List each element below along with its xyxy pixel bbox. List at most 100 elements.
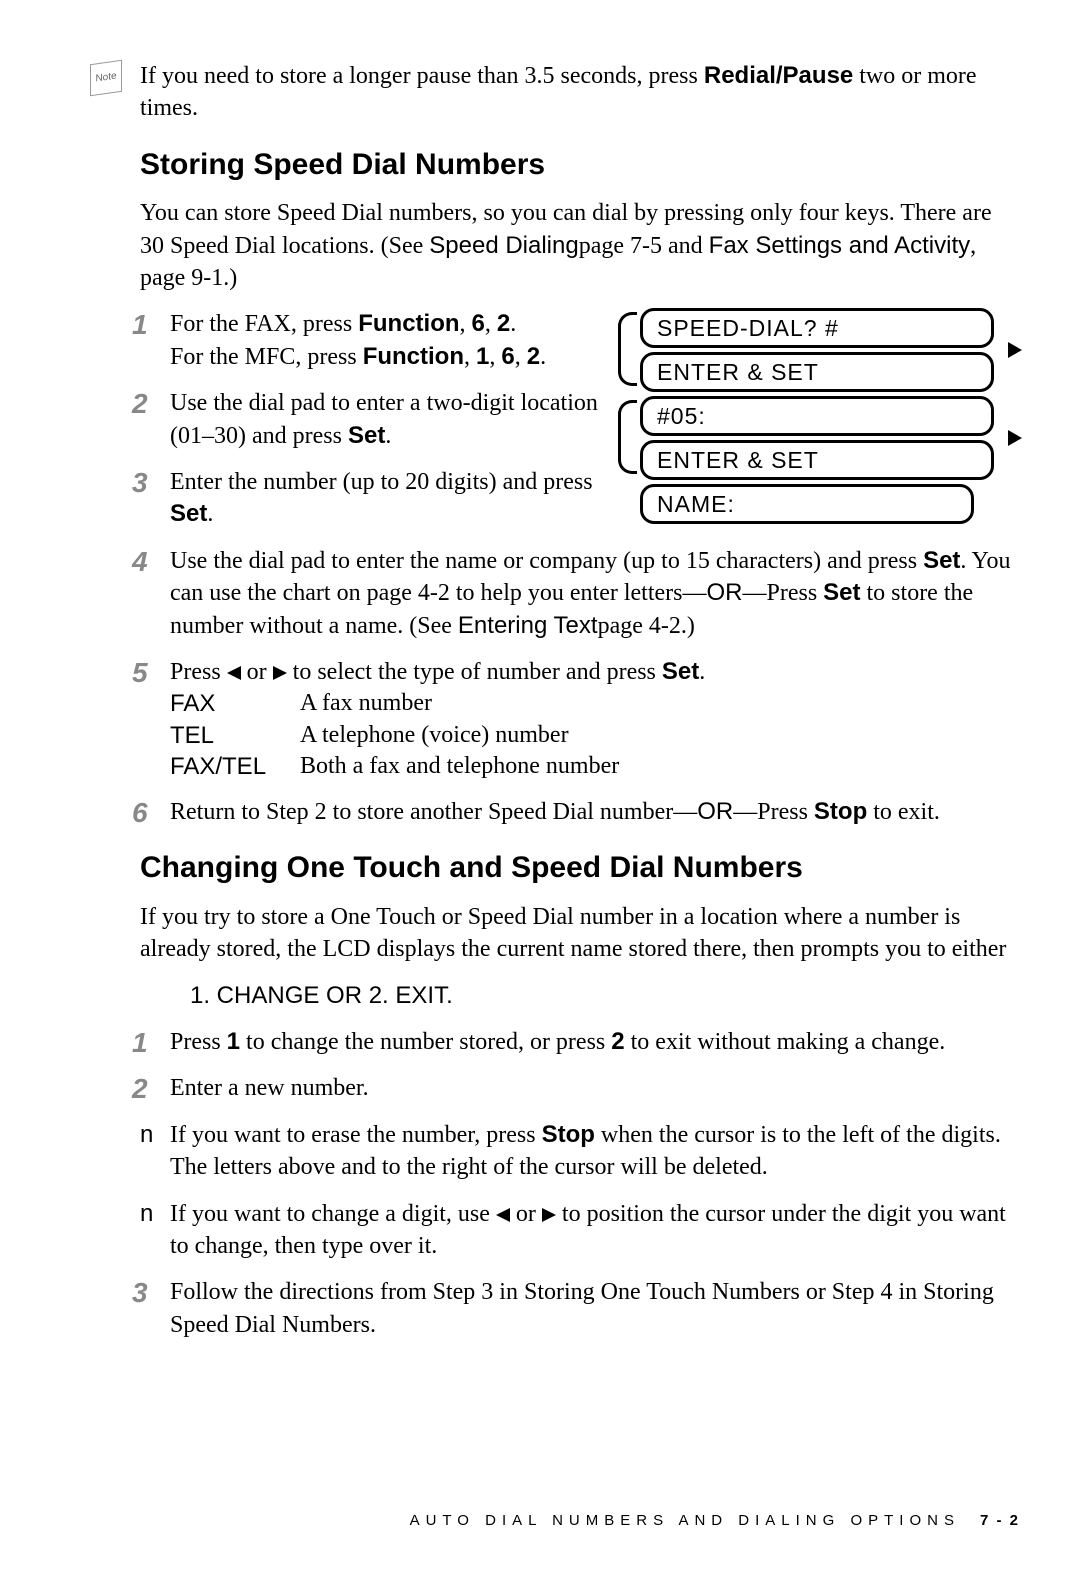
- sep: ,: [464, 344, 476, 370]
- stop-key: Stop: [542, 1121, 595, 1148]
- set-key: Set: [823, 579, 860, 606]
- number-type-table: FAXA fax number TELA telephone (voice) n…: [170, 688, 1020, 782]
- s1c: .: [540, 344, 546, 370]
- b1a: If you want to erase the number, press: [170, 1122, 542, 1148]
- set-key: Set: [662, 658, 699, 685]
- page-footer: AUTO DIAL NUMBERS AND DIALING OPTIONS 7 -…: [140, 1511, 1020, 1531]
- lcd-line: ENTER & SET: [640, 440, 994, 480]
- or-label: OR: [706, 579, 742, 606]
- s1c: .: [510, 311, 516, 337]
- s5b: or: [241, 659, 273, 685]
- s2b: .: [385, 423, 391, 449]
- section1-intro: You can store Speed Dial numbers, so you…: [140, 197, 1020, 294]
- lcd-line: SPEED-DIAL? #: [640, 308, 994, 348]
- step-2: 2 Enter a new number.: [140, 1072, 1020, 1104]
- key-6: 6: [501, 343, 514, 370]
- type-fax-desc: A fax number: [300, 688, 432, 719]
- key-2: 2: [497, 310, 510, 337]
- s1c: to exit without making a change.: [625, 1029, 946, 1055]
- intro-mid: page 7-5 and: [579, 233, 709, 259]
- step-num: 3: [132, 1274, 148, 1312]
- lcd-group-2: #05: ENTER & SET: [630, 396, 1020, 480]
- step-num: 2: [132, 385, 148, 423]
- type-tel-desc: A telephone (voice) number: [300, 720, 569, 751]
- s4e: page 4-2.): [598, 613, 695, 639]
- type-faxtel-desc: Both a fax and telephone number: [300, 751, 619, 782]
- page-number: 7 - 2: [980, 1512, 1020, 1529]
- step-num: 2: [132, 1070, 148, 1108]
- bullet-change-digit: If you want to change a digit, use or to…: [140, 1198, 1020, 1263]
- function-key: Function: [363, 343, 464, 370]
- section1-steps-cont: 4 Use the dial pad to enter the name or …: [140, 545, 1020, 829]
- s1b: to change the number stored, or press: [240, 1029, 611, 1055]
- stop-key: Stop: [814, 798, 867, 825]
- s1d: For the MFC, press: [170, 344, 363, 370]
- step-num: 1: [132, 306, 148, 344]
- bullet-erase: If you want to erase the number, press S…: [140, 1119, 1020, 1184]
- s3: Follow the directions from Step 3 in Sto…: [170, 1279, 994, 1337]
- key-2: 2: [611, 1028, 624, 1055]
- b2b: or: [510, 1201, 542, 1227]
- link-entering-text: Entering Text: [458, 612, 598, 639]
- step-num: 6: [132, 794, 148, 832]
- lcd-displays: SPEED-DIAL? # ENTER & SET #05: ENTER & S…: [630, 308, 1020, 540]
- s3b: .: [207, 501, 213, 527]
- link-fax-settings: Fax Settings and Activity: [709, 232, 970, 259]
- lcd-line: #05:: [640, 396, 994, 436]
- key-6: 6: [472, 310, 485, 337]
- step-4: 4 Use the dial pad to enter the name or …: [140, 545, 1020, 642]
- s5d: .: [699, 659, 705, 685]
- step-3: 3 Follow the directions from Step 3 in S…: [140, 1276, 1020, 1341]
- sep: ,: [515, 344, 527, 370]
- link-speed-dialing: Speed Dialing: [429, 232, 578, 259]
- step-5: 5 Press or to select the type of number …: [140, 656, 1020, 782]
- s6c: to exit.: [867, 799, 940, 825]
- key-2: 2: [527, 343, 540, 370]
- step-num: 5: [132, 654, 148, 692]
- sep: ,: [460, 311, 472, 337]
- type-faxtel-label: FAX/TEL: [170, 751, 300, 782]
- section2-steps: 1 Press 1 to change the number stored, o…: [140, 1026, 1020, 1105]
- step-num: 4: [132, 543, 148, 581]
- b2a: If you want to change a digit, use: [170, 1201, 496, 1227]
- s4a: Use the dial pad to enter the name or co…: [170, 548, 923, 574]
- lcd-line: NAME:: [640, 484, 974, 524]
- lcd-group-3: NAME:: [630, 484, 1020, 524]
- type-row: TELA telephone (voice) number: [170, 720, 1020, 751]
- heading-storing-speed-dial: Storing Speed Dial Numbers: [140, 145, 1020, 186]
- footer-text: AUTO DIAL NUMBERS AND DIALING OPTIONS: [410, 1512, 960, 1529]
- lcd-choice-text: 1. CHANGE OR 2. EXIT.: [190, 980, 1020, 1012]
- section2-steps-cont: 3 Follow the directions from Step 3 in S…: [140, 1276, 1020, 1341]
- step-3: 3 Enter the number (up to 20 digits) and…: [140, 466, 610, 531]
- step-1: 1 For the FAX, press Function, 6, 2. For…: [140, 308, 610, 373]
- key-1: 1: [227, 1028, 240, 1055]
- note-block: Note If you need to store a longer pause…: [140, 60, 1020, 125]
- redial-pause-button-label: Redial/Pause: [704, 62, 853, 89]
- sep: ,: [489, 344, 501, 370]
- s1a: Press: [170, 1029, 227, 1055]
- set-key: Set: [923, 547, 960, 574]
- note-icon: Note: [90, 60, 122, 96]
- sep: ,: [485, 311, 497, 337]
- step-2: 2 Use the dial pad to enter a two-digit …: [140, 387, 610, 452]
- key-1: 1: [476, 343, 489, 370]
- lcd-line: ENTER & SET: [640, 352, 994, 392]
- step-num: 3: [132, 464, 148, 502]
- step-num: 1: [132, 1024, 148, 1062]
- arrow-right-icon: [1008, 342, 1022, 358]
- type-row: FAX/TELBoth a fax and telephone number: [170, 751, 1020, 782]
- bracket-icon: [618, 312, 637, 386]
- right-arrow-icon: [273, 666, 287, 680]
- bracket-icon: [618, 400, 637, 474]
- step-1: 1 Press 1 to change the number stored, o…: [140, 1026, 1020, 1058]
- left-arrow-icon: [496, 1208, 510, 1222]
- type-fax-label: FAX: [170, 688, 300, 719]
- lcd-group-1: SPEED-DIAL? # ENTER & SET: [630, 308, 1020, 392]
- s6a: Return to Step 2 to store another Speed …: [170, 799, 697, 825]
- section1-steps: 1 For the FAX, press Function, 6, 2. For…: [140, 308, 610, 530]
- section2-intro: If you try to store a One Touch or Speed…: [140, 901, 1020, 966]
- s5a: Press: [170, 659, 227, 685]
- s5c: to select the type of number and press: [287, 659, 662, 685]
- section2-bullets: If you want to erase the number, press S…: [140, 1119, 1020, 1263]
- function-key: Function: [358, 310, 459, 337]
